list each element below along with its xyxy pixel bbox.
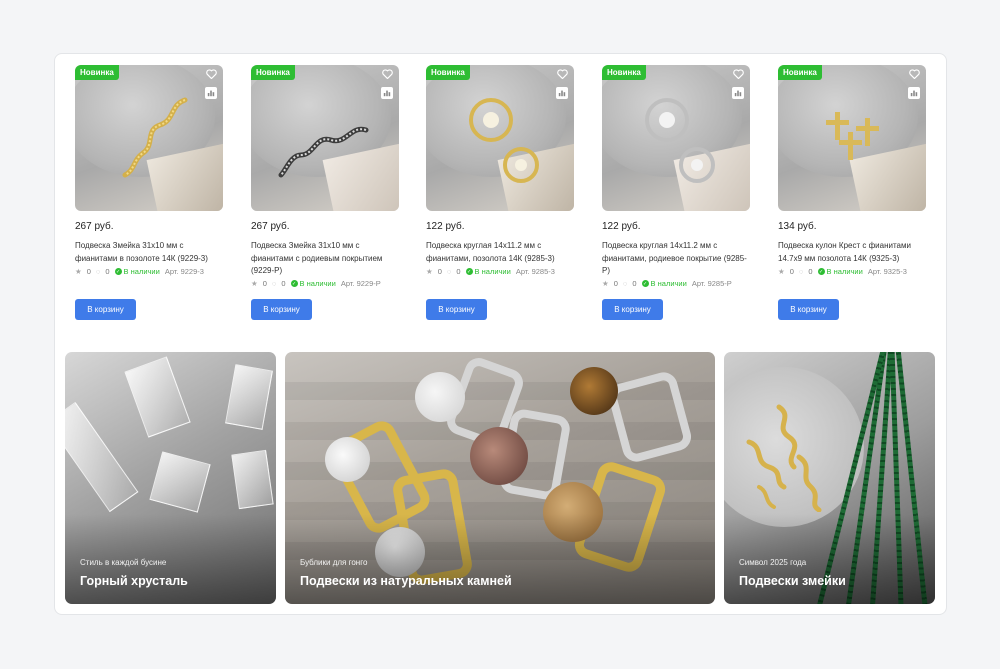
snake-pendant-gold [122,97,188,178]
star-icon: ★ [251,279,258,288]
rating-count: 0 [86,267,91,276]
heart-icon[interactable] [205,68,217,80]
stock-status: ✓ В наличии [114,267,160,276]
reviews-count: 0 [632,279,637,288]
snake-pendants-gold [746,404,822,512]
stock-status: ✓ В наличии [817,267,863,276]
comment-icon: ◌ [622,279,628,288]
reviews-count: 0 [281,279,286,288]
heart-icon[interactable] [381,68,393,80]
reviews-count: 0 [456,267,461,276]
product-meta: ★ 0 ◌ 0 ✓ В наличии Арт. 9229-3 [75,267,223,276]
star-icon: ★ [602,279,609,288]
comment-icon: ◌ [95,267,101,276]
article-number: Арт. 9229-Р [340,279,381,288]
product-card[interactable]: Новинка 122 руб. Подвеска круглая 14х11.… [426,65,574,276]
product-meta: ★ 0 ◌ 0 ✓ В наличии Арт. 9285-Р [602,279,750,288]
product-image[interactable]: Новинка [426,65,574,211]
product-image[interactable]: Новинка [251,65,399,211]
banner-subtitle: Бублики для гонго [300,558,368,567]
add-to-cart-button[interactable]: В корзину [778,299,839,320]
product-image[interactable]: Новинка [75,65,223,211]
reviews-count: 0 [105,267,110,276]
comment-icon: ◌ [798,267,804,276]
article-number: Арт. 9285-3 [515,267,555,276]
heart-icon[interactable] [908,68,920,80]
product-price: 267 руб. [251,221,290,232]
rating-count: 0 [437,267,442,276]
banner-title: Горный хрусталь [80,574,188,588]
product-meta: ★ 0 ◌ 0 ✓ В наличии Арт. 9229-Р [251,279,399,288]
product-price: 122 руб. [602,221,641,232]
rating-count: 0 [789,267,794,276]
new-badge: Новинка [75,65,119,80]
cross-pendant-gold [826,112,879,160]
star-icon: ★ [426,267,433,276]
product-card[interactable]: Новинка 134 руб. Подвеска кулон Крест с … [778,65,926,276]
product-image[interactable]: Новинка [602,65,750,211]
bar-chart-icon[interactable] [205,87,217,99]
comment-icon: ◌ [271,279,277,288]
check-circle-icon: ✓ [817,268,825,275]
product-card[interactable]: Новинка 267 руб. Подвеска Змейка 31х10 м… [251,65,399,288]
banner-subtitle: Символ 2025 года [739,558,807,567]
product-card[interactable]: Новинка 122 руб. Подвеска круглая 14х11.… [602,65,750,288]
banner-title: Подвески змейки [739,574,846,588]
bar-chart-icon[interactable] [556,87,568,99]
product-meta: ★ 0 ◌ 0 ✓ В наличии Арт. 9285-3 [426,267,574,276]
article-number: Арт. 9229-3 [164,267,204,276]
check-circle-icon: ✓ [114,268,122,275]
new-badge: Новинка [778,65,822,80]
product-title[interactable]: Подвеска круглая 14х11.2 мм с фианитами,… [602,240,750,278]
banner-natural-stone-pendants[interactable]: Бублики для гонго Подвески из натуральны… [285,352,715,604]
add-to-cart-button[interactable]: В корзину [426,299,487,320]
new-badge: Новинка [426,65,470,80]
rating-count: 0 [262,279,267,288]
add-to-cart-button[interactable]: В корзину [602,299,663,320]
bar-chart-icon[interactable] [732,87,744,99]
rating-count: 0 [613,279,618,288]
new-badge: Новинка [251,65,295,80]
reviews-count: 0 [808,267,813,276]
banner-subtitle: Стиль в каждой бусине [80,558,167,567]
check-circle-icon: ✓ [465,268,473,275]
round-pendant-silver [645,98,715,183]
snake-pendant-silver [278,126,369,178]
comment-icon: ◌ [446,267,452,276]
new-badge: Новинка [602,65,646,80]
round-pendant-gold [469,98,539,183]
bar-chart-icon[interactable] [381,87,393,99]
product-card[interactable]: Новинка 267 руб. Подвеска Змейка 31х10 м… [75,65,223,276]
product-title[interactable]: Подвеска Змейка 31х10 мм с фианитами с р… [251,240,399,278]
banner-title: Подвески из натуральных камней [300,574,512,588]
catalog-panel: Новинка 267 руб. Подвеска Змейка 31х10 м… [54,53,947,615]
star-icon: ★ [778,267,785,276]
heart-icon[interactable] [732,68,744,80]
product-title[interactable]: Подвеска Змейка 31х10 мм с фианитами в п… [75,240,223,266]
product-meta: ★ 0 ◌ 0 ✓ В наличии Арт. 9325-3 [778,267,926,276]
product-image[interactable]: Новинка [778,65,926,211]
check-circle-icon: ✓ [290,280,298,287]
add-to-cart-button[interactable]: В корзину [251,299,312,320]
check-circle-icon: ✓ [641,280,649,287]
heart-icon[interactable] [556,68,568,80]
product-title[interactable]: Подвеска круглая 14х11.2 мм с фианитами,… [426,240,574,266]
article-number: Арт. 9285-Р [691,279,732,288]
product-price: 122 руб. [426,221,465,232]
stock-status: ✓ В наличии [641,279,687,288]
article-number: Арт. 9325-3 [867,267,907,276]
stock-status: ✓ В наличии [465,267,511,276]
product-price: 134 руб. [778,221,817,232]
add-to-cart-button[interactable]: В корзину [75,299,136,320]
product-price: 267 руб. [75,221,114,232]
banner-snake-pendants[interactable]: Символ 2025 года Подвески змейки [724,352,935,604]
stock-status: ✓ В наличии [290,279,336,288]
banner-mountain-crystal[interactable]: Стиль в каждой бусине Горный хрусталь [65,352,276,604]
star-icon: ★ [75,267,82,276]
product-title[interactable]: Подвеска кулон Крест с фианитами 14.7х9 … [778,240,926,266]
bar-chart-icon[interactable] [908,87,920,99]
